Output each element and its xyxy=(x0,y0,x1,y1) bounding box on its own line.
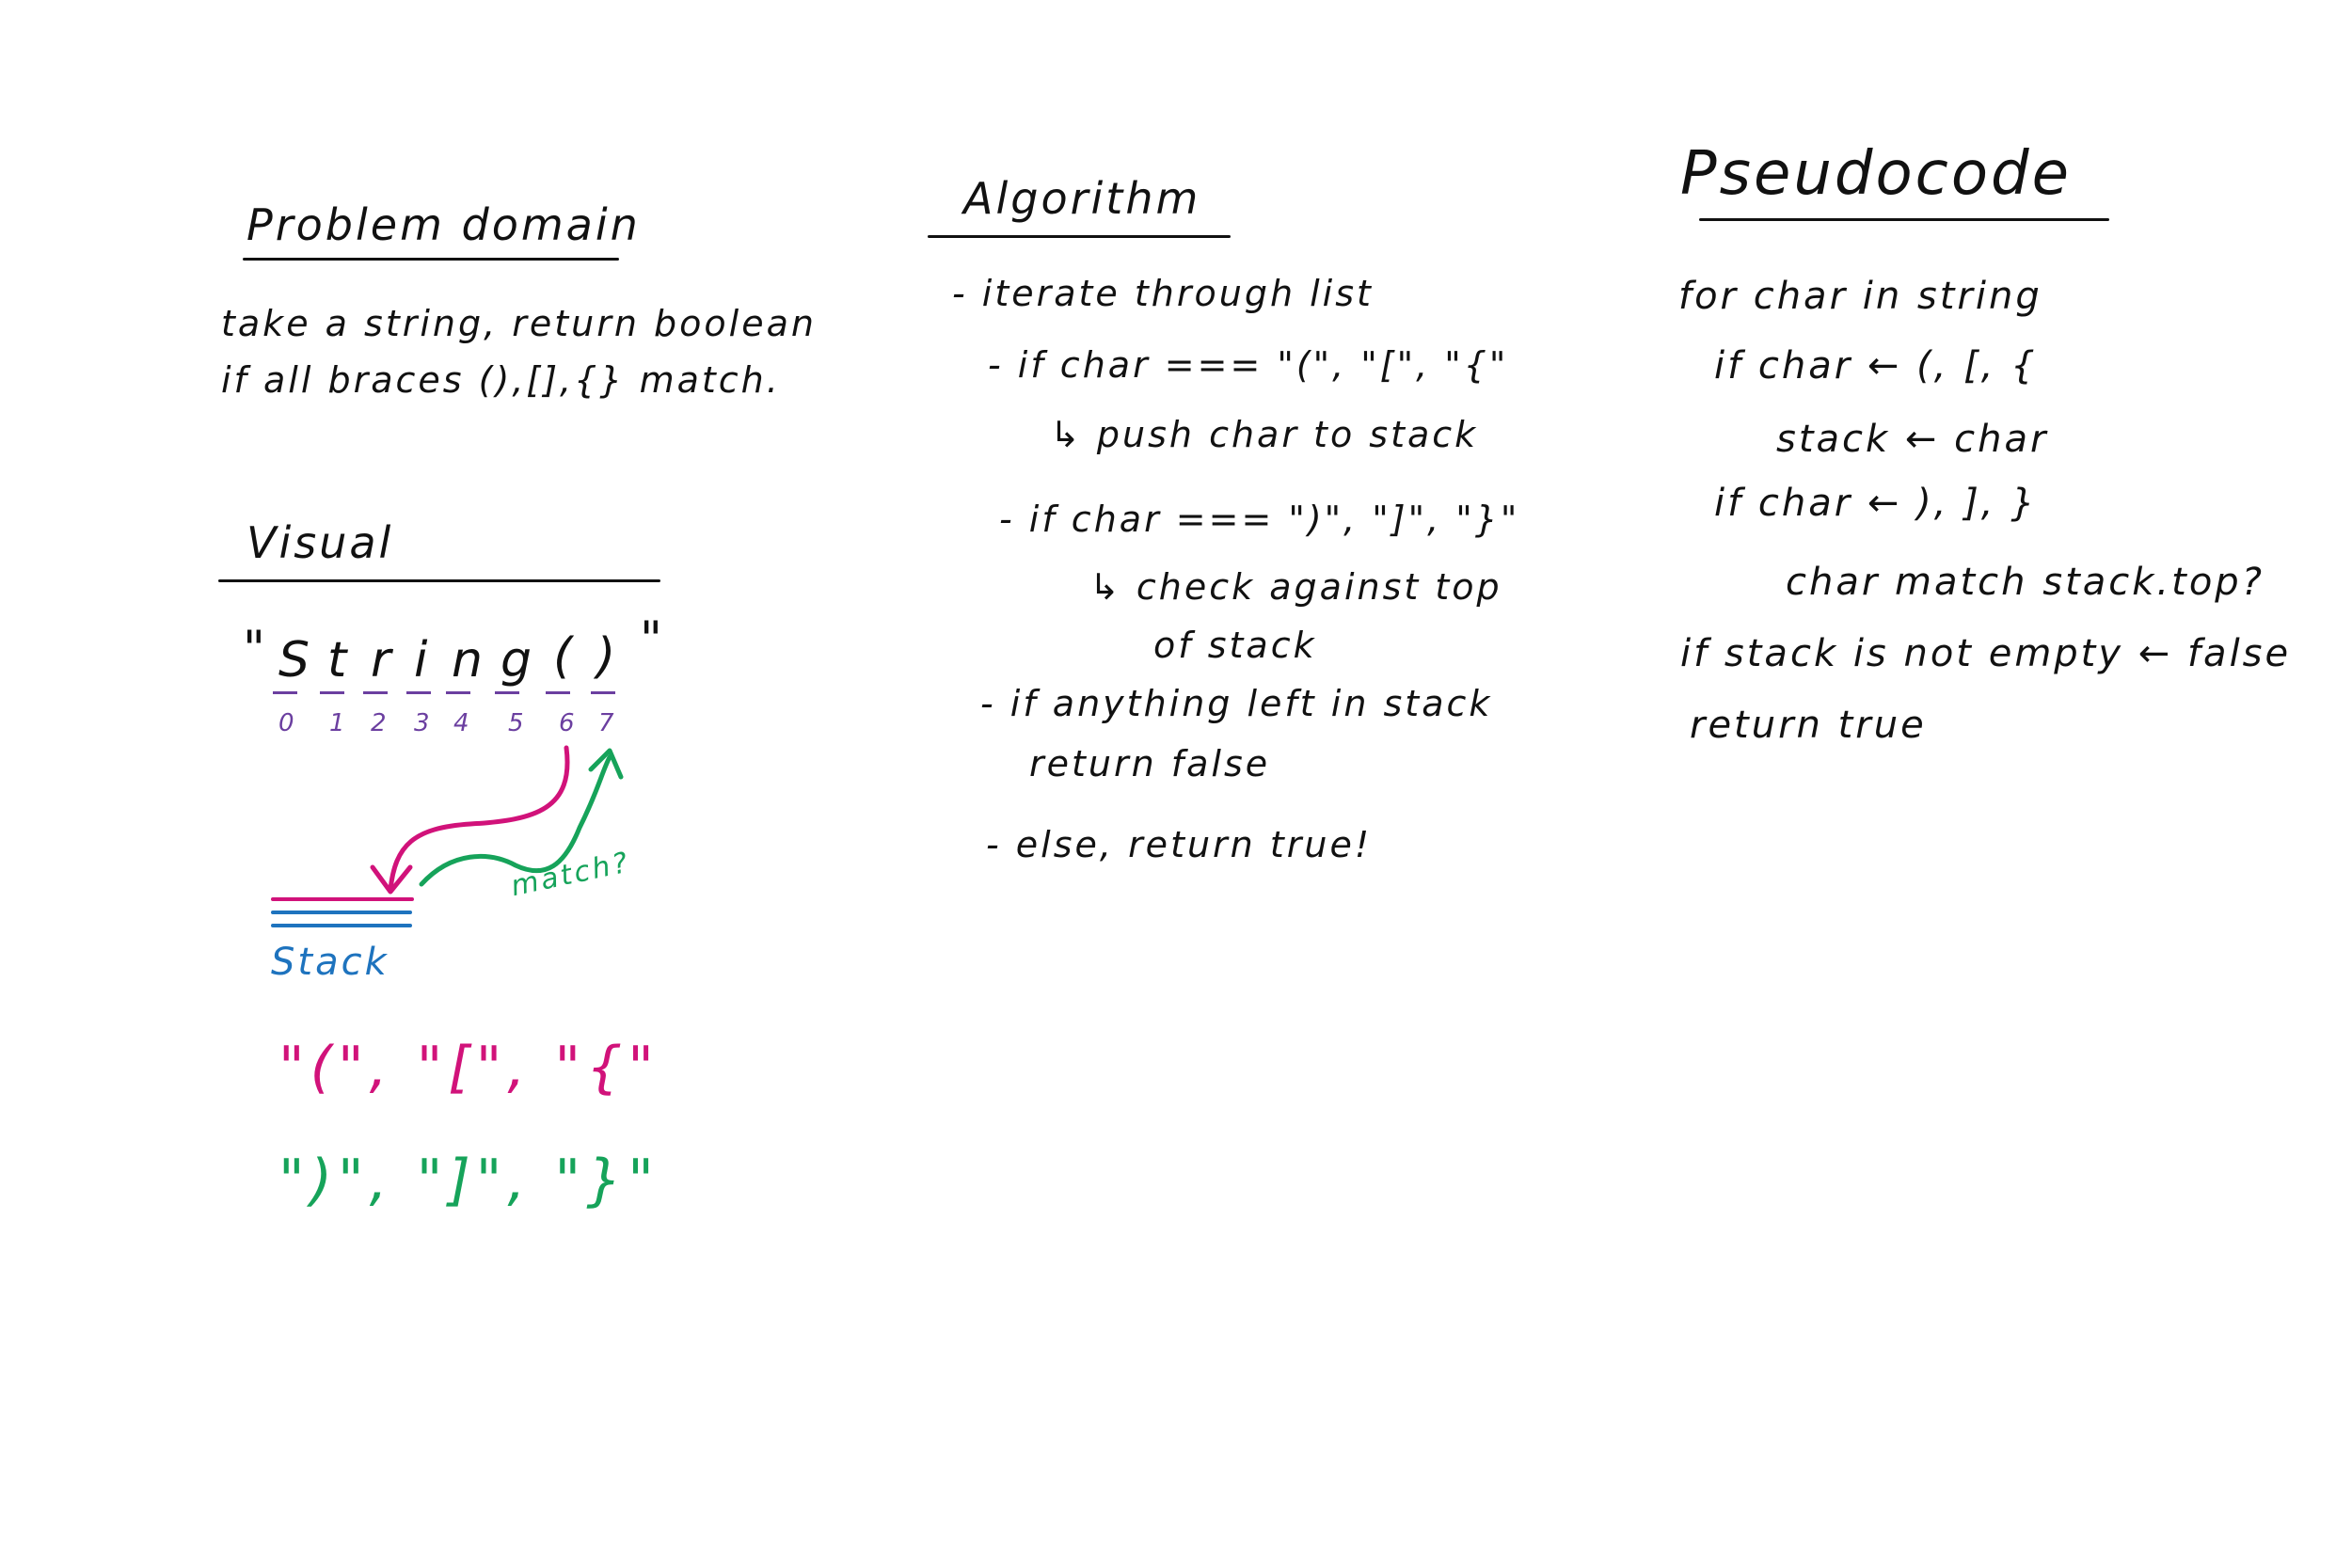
stack-label: Stack xyxy=(271,941,389,984)
string-char-6: ( xyxy=(553,628,573,685)
algorithm-line-9: - else, return true! xyxy=(986,824,1373,865)
open-braces: "(", "[", "{" xyxy=(278,1035,660,1101)
pseudocode-line-2: if char ← (, [, { xyxy=(1714,344,2038,388)
index-7: 7 xyxy=(598,709,614,737)
visual-heading: Visual xyxy=(246,517,394,568)
match-label: match? xyxy=(508,846,634,904)
problem-domain-heading: Problem domain xyxy=(246,199,641,250)
index-dash-5 xyxy=(495,691,519,694)
pseudocode-line-6: if stack is not empty ← false xyxy=(1680,632,2292,675)
problem-domain-line-2: if all braces (),[],{} match. xyxy=(221,359,781,401)
index-dash-4 xyxy=(446,691,470,694)
close-braces: ")", "]", "}" xyxy=(278,1148,660,1213)
algorithm-heading: Algorithm xyxy=(963,173,1201,224)
algorithm-line-1: - iterate through list xyxy=(952,273,1374,314)
index-dash-7 xyxy=(591,691,615,694)
problem-domain-underline xyxy=(243,258,619,261)
pseudocode-line-7: return true xyxy=(1690,704,1927,747)
string-char-3: i xyxy=(414,632,428,689)
index-4: 4 xyxy=(453,709,469,737)
pseudocode-line-3: stack ← char xyxy=(1776,418,2049,461)
pseudocode-heading: Pseudocode xyxy=(1680,139,2072,209)
string-char-4: n xyxy=(452,632,483,689)
pseudocode-underline xyxy=(1699,218,2109,221)
string-open-quote: " xyxy=(243,621,265,677)
visual-underline xyxy=(218,579,660,582)
string-char-5: g xyxy=(501,632,532,689)
index-dash-1 xyxy=(320,691,344,694)
string-close-quote: " xyxy=(640,611,662,668)
string-char-2: r xyxy=(371,632,391,689)
index-dash-3 xyxy=(406,691,431,694)
pseudocode-line-5: char match stack.top? xyxy=(1786,561,2265,604)
algorithm-line-3: ↳ push char to stack xyxy=(1050,414,1479,455)
whiteboard: { "colors": { "ink": "#111111", "purple"… xyxy=(0,0,2352,1568)
index-1: 1 xyxy=(329,709,345,737)
stack-lines xyxy=(271,897,414,927)
algorithm-underline xyxy=(928,235,1231,238)
push-arrowhead xyxy=(370,864,413,895)
problem-domain-line-1: take a string, return boolean xyxy=(221,303,817,344)
algorithm-line-4: - if char === ")", "]", "}" xyxy=(999,499,1520,540)
index-3: 3 xyxy=(414,709,430,737)
index-dash-6 xyxy=(546,691,570,694)
string-char-1: t xyxy=(327,632,347,689)
pseudocode-line-1: for char in string xyxy=(1678,275,2042,318)
match-arrowhead xyxy=(588,748,624,780)
index-dash-0 xyxy=(273,691,297,694)
index-dash-2 xyxy=(363,691,388,694)
algorithm-line-7: - if anything left in stack xyxy=(980,683,1493,724)
algorithm-line-2: - if char === "(", "[", "{" xyxy=(988,344,1509,386)
index-2: 2 xyxy=(371,709,387,737)
string-char-0: S xyxy=(278,632,310,689)
index-0: 0 xyxy=(278,709,294,737)
index-5: 5 xyxy=(508,709,524,737)
algorithm-line-6: of stack xyxy=(1153,625,1317,666)
algorithm-line-8: return false xyxy=(1029,743,1271,784)
index-6: 6 xyxy=(559,709,575,737)
pseudocode-line-4: if char ← ), ], } xyxy=(1714,482,2038,525)
algorithm-line-5: ↳ check against top xyxy=(1089,566,1502,608)
string-char-7: ) xyxy=(596,628,616,685)
